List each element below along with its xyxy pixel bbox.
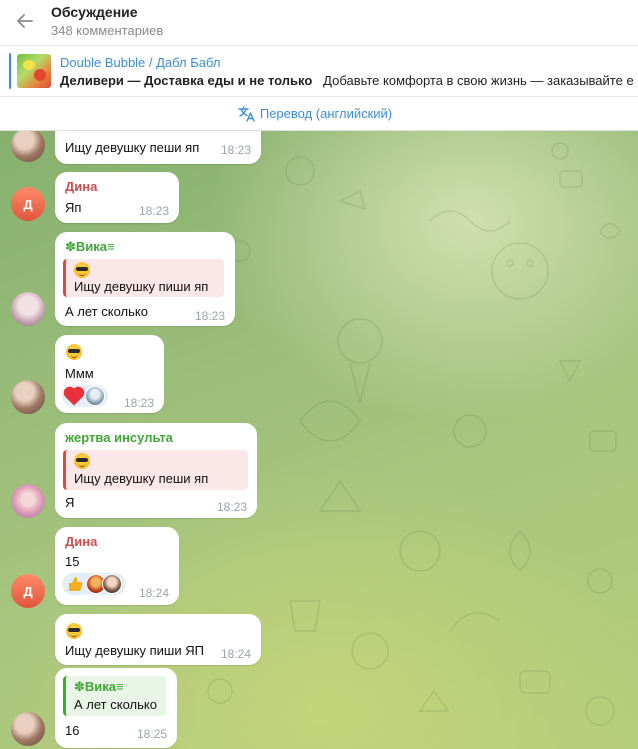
reactor-avatar [102, 574, 122, 594]
message-time: 18:25 [136, 727, 167, 741]
reply-quote[interactable]: ✽Вика≡ А лет сколько [63, 676, 166, 716]
pinned-post[interactable]: Double Bubble / Дабл Бабл Деливери — Дос… [0, 46, 638, 97]
message-time: 18:24 [138, 586, 169, 600]
message-text: Ищу девушку пиши ЯП [65, 643, 204, 658]
message-bubble[interactable]: ✽Вика≡ А лет сколько 16 18:25 [55, 668, 177, 748]
message-text: Ищу девушку пеши яп [65, 140, 200, 155]
pinned-text: Деливери — Доставка еды и не только Доба… [60, 73, 634, 88]
message-text: 15 [65, 554, 80, 569]
reaction-heart[interactable] [62, 385, 108, 407]
pinned-channel-title: Double Bubble / Дабл Бабл [60, 55, 221, 70]
translate-label: Перевод (английский) [259, 106, 393, 121]
sunglasses-emoji-icon [66, 623, 82, 639]
sender-name[interactable]: Дина [65, 179, 97, 194]
avatar[interactable] [11, 292, 45, 326]
arrow-left-icon [17, 14, 33, 28]
translate-button[interactable]: Перевод (английский) [238, 105, 393, 122]
back-button[interactable] [12, 8, 38, 34]
reaction-thumbs-up[interactable] [62, 573, 126, 595]
pinned-accent-line [9, 53, 11, 89]
message-bubble[interactable]: Ищу девушку пиши ЯП 18:24 [55, 614, 261, 665]
message-list[interactable]: Ищу девушку пеши яп 18:23 Д Дина Яп 18:2… [0, 131, 638, 749]
message-time: 18:23 [194, 309, 225, 323]
avatar[interactable]: Д [11, 574, 45, 608]
quote-text: Ищу девушку пеши яп [74, 471, 209, 486]
chat-header: Обсуждение 348 комментариев [0, 0, 638, 46]
message-text: Яп [65, 200, 82, 215]
sender-name[interactable]: Дина [65, 534, 97, 549]
message-text: А лет сколько [65, 304, 148, 319]
quote-sender-name: ✽Вика≡ [74, 679, 124, 694]
avatar[interactable] [11, 484, 45, 518]
pinned-bold-text: Деливери — Доставка еды и не только [60, 73, 313, 88]
message-bubble[interactable]: Ммм 18:23 [55, 335, 164, 413]
message-time: 18:23 [123, 396, 154, 410]
comment-count: 348 комментариев [51, 23, 164, 38]
thumbs-up-icon [69, 577, 83, 591]
reactor-avatar [85, 386, 105, 406]
message-time: 18:24 [220, 647, 251, 661]
sunglasses-emoji-icon [74, 262, 90, 278]
page-title: Обсуждение [51, 4, 138, 20]
message-bubble[interactable]: Дина 15 18:24 [55, 527, 179, 605]
reply-quote[interactable]: Ищу девушку пеши яп [63, 450, 248, 490]
message-time: 18:23 [138, 204, 169, 218]
sunglasses-emoji-icon [66, 344, 82, 360]
message-time: 18:23 [216, 500, 247, 514]
message-bubble[interactable]: жертва инсульта Ищу девушку пеши яп Я 18… [55, 423, 257, 518]
quote-text: Ищу девушку пиши яп [74, 279, 209, 294]
message-bubble[interactable]: Ищу девушку пеши яп 18:23 [55, 131, 261, 164]
translate-icon [238, 105, 255, 122]
avatar[interactable] [11, 380, 45, 414]
reply-quote[interactable]: Ищу девушку пиши яп [63, 259, 224, 297]
pinned-thumbnail [17, 54, 51, 88]
message-bubble[interactable]: Дина Яп 18:23 [55, 172, 179, 223]
translate-bar: Перевод (английский) [0, 97, 638, 131]
avatar[interactable]: Д [11, 187, 45, 221]
message-bubble[interactable]: ✽Вика≡ Ищу девушку пиши яп А лет сколько… [55, 232, 235, 326]
message-time: 18:23 [220, 143, 251, 157]
message-text: 16 [65, 723, 80, 738]
sender-name[interactable]: жертва инсульта [65, 430, 173, 445]
message-text: Я [65, 495, 75, 510]
sender-name[interactable]: ✽Вика≡ [65, 239, 115, 255]
avatar-letter: Д [23, 196, 33, 212]
avatar[interactable] [11, 712, 45, 746]
pinned-preview-text: Добавьте комфорта в свою жизнь — заказыв… [323, 73, 634, 88]
sunglasses-emoji-icon [74, 453, 90, 469]
heart-icon [65, 388, 83, 406]
quote-text: А лет сколько [74, 697, 157, 712]
avatar-letter: Д [23, 583, 33, 599]
message-text: Ммм [65, 366, 94, 381]
